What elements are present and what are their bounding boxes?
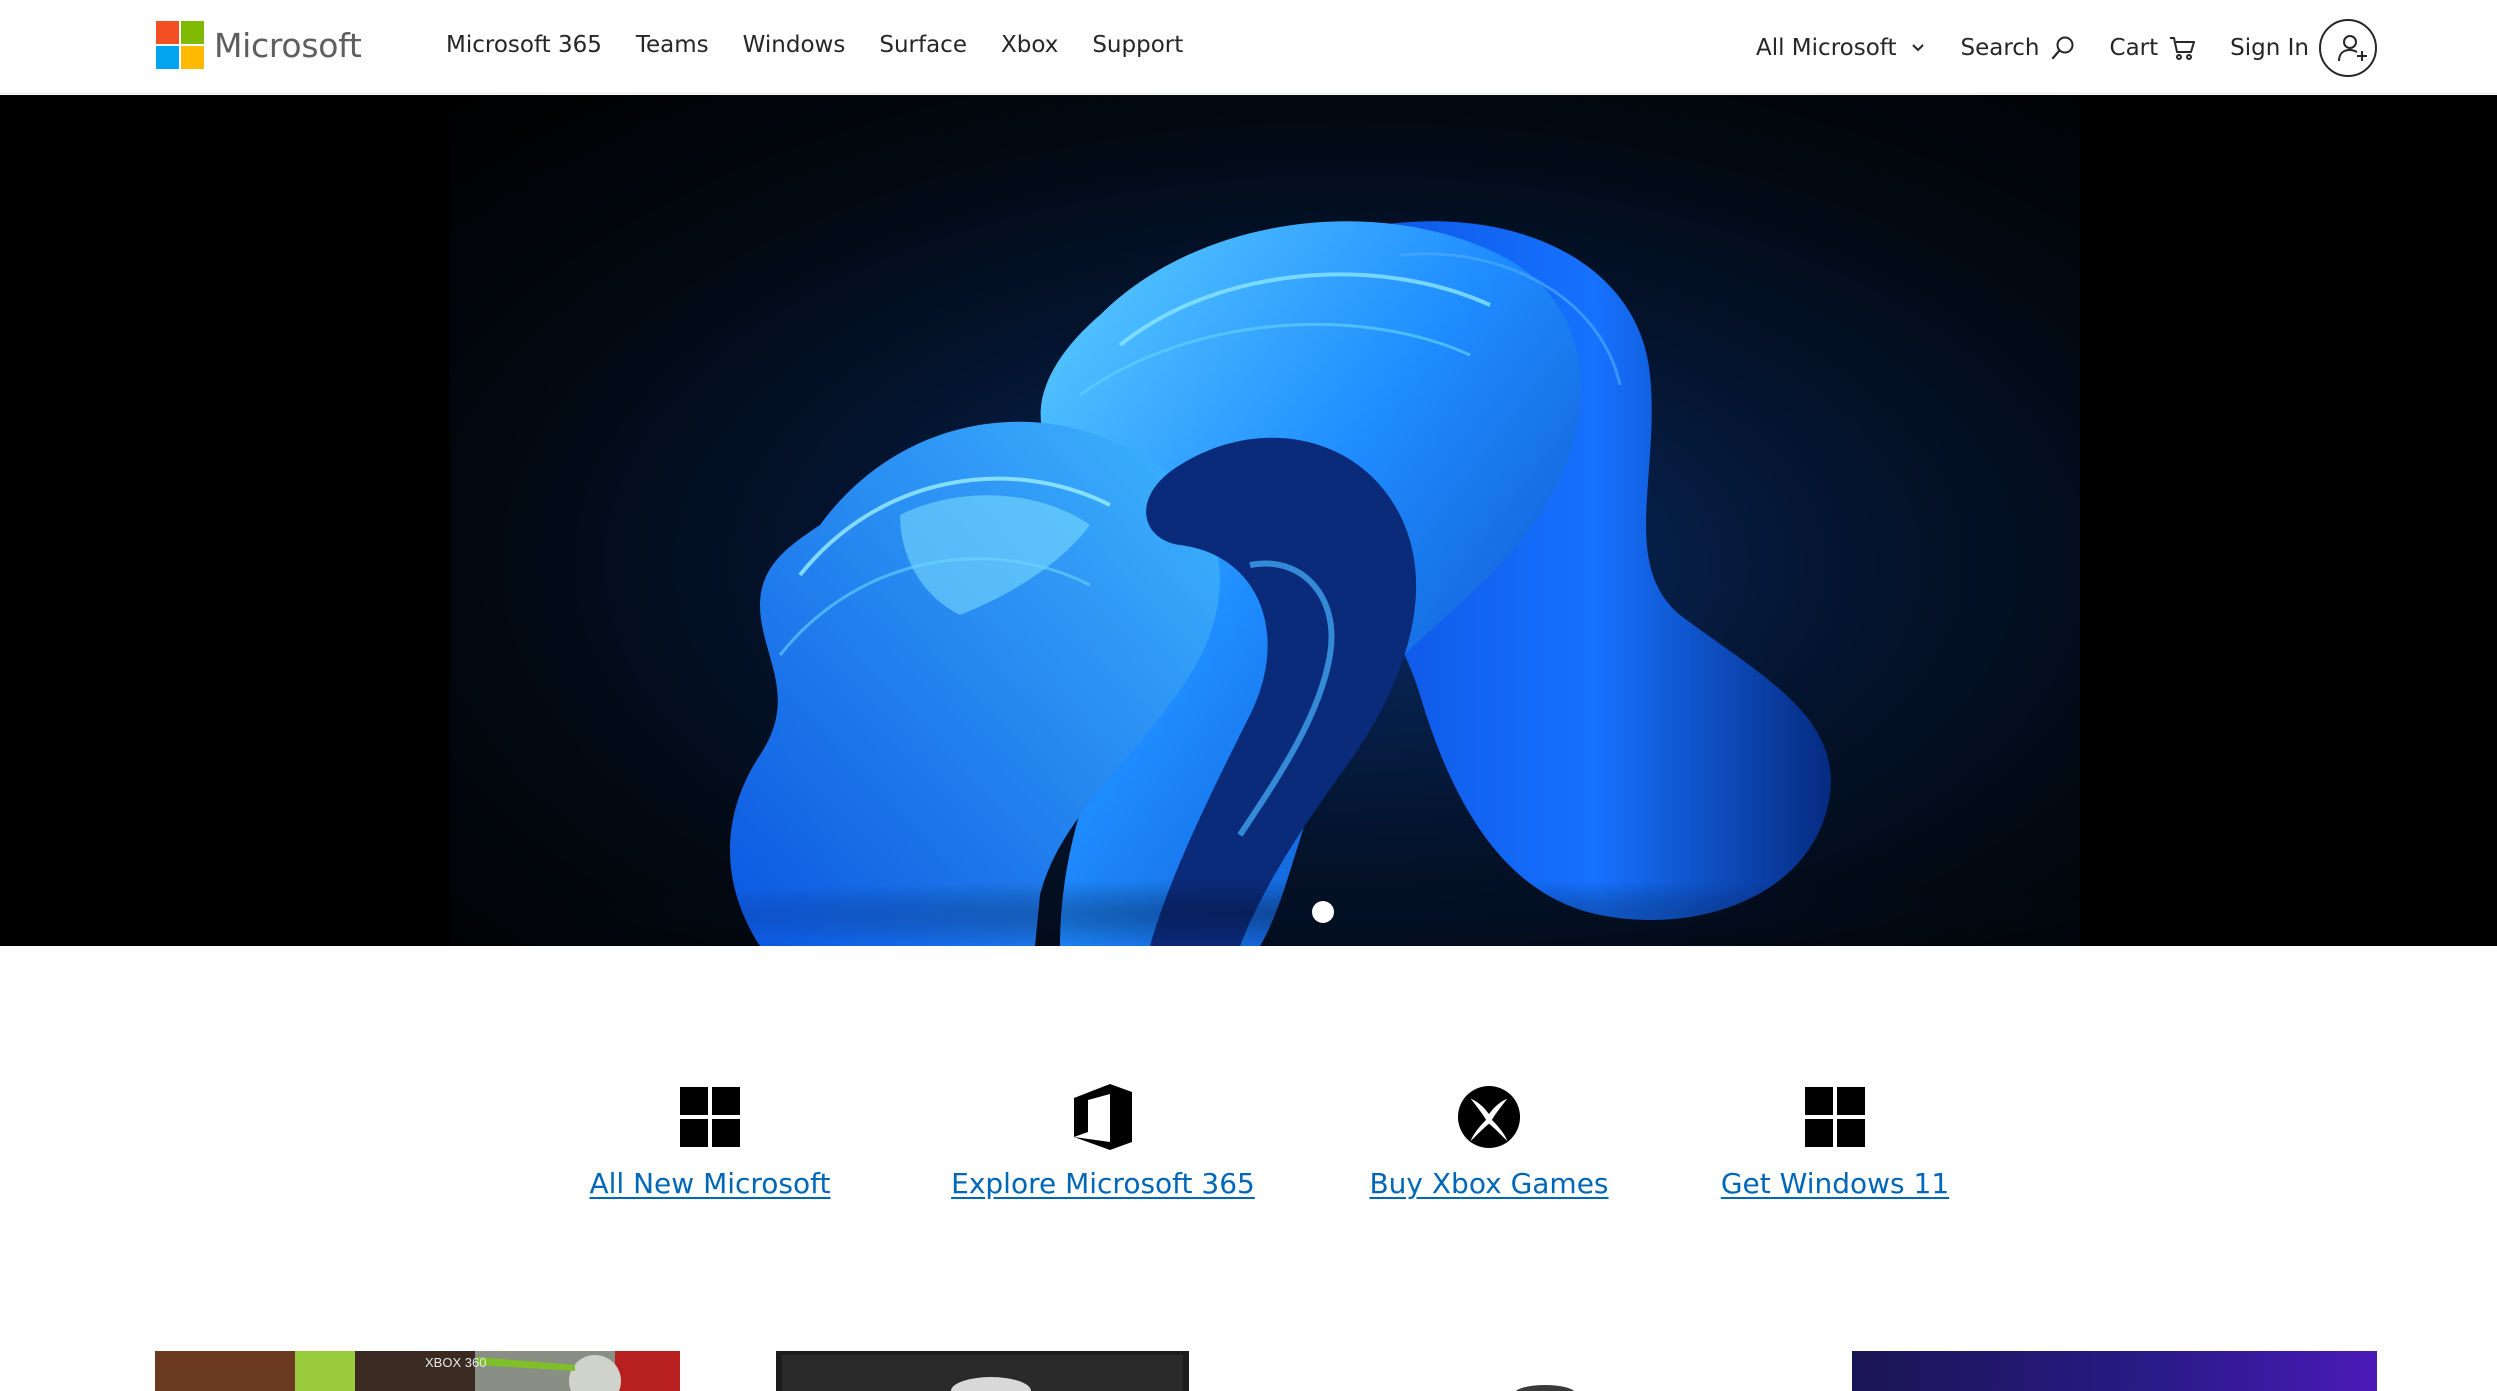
explore-microsoft-365-link[interactable]: Explore Microsoft 365	[951, 1167, 1255, 1200]
nav-microsoft-365[interactable]: Microsoft 365	[446, 26, 602, 64]
nav-xbox[interactable]: Xbox	[1001, 26, 1058, 64]
hero-carousel[interactable]	[0, 95, 2497, 946]
cart-icon	[2170, 37, 2196, 60]
windows-logo-icon	[1803, 1085, 1867, 1149]
microsoft-logo-link[interactable]: Microsoft	[156, 20, 362, 70]
nav-surface[interactable]: Surface	[879, 26, 967, 64]
avatar	[2319, 19, 2377, 77]
primary-nav: Microsoft 365 Teams Windows Surface Xbox…	[446, 26, 1217, 64]
quick-link-buy-xbox-games: Buy Xbox Games	[1319, 1085, 1659, 1200]
add-user-icon	[2338, 35, 2367, 62]
chevron-down-icon	[1912, 44, 1925, 52]
search-icon	[2051, 36, 2074, 60]
nav-windows[interactable]: Windows	[743, 26, 846, 64]
search-label: Search	[1960, 35, 2040, 61]
quick-link-get-windows-11: Get Windows 11	[1665, 1085, 2005, 1200]
dark-product-image	[776, 1351, 1189, 1391]
quick-link-all-new-microsoft: All New Microsoft	[540, 1085, 880, 1200]
promo-card-xbox-360-games[interactable]: XBOX 360	[155, 1351, 680, 1391]
buy-xbox-games-link[interactable]: Buy Xbox Games	[1369, 1167, 1608, 1200]
search-button[interactable]: Search	[1960, 22, 2075, 74]
promo-card-dark-product[interactable]	[776, 1351, 1189, 1391]
utility-nav: All Microsoft Search Cart Sign In	[1722, 19, 2377, 77]
all-new-microsoft-link[interactable]: All New Microsoft	[589, 1167, 830, 1200]
carousel-dot[interactable]	[1312, 901, 1334, 923]
promo-card-grey-product[interactable]	[1460, 1351, 1630, 1391]
office-logo-icon	[1071, 1084, 1135, 1150]
get-windows-11-link[interactable]: Get Windows 11	[1721, 1167, 1949, 1200]
sign-in-label: Sign In	[2230, 35, 2309, 61]
brand-name: Microsoft	[214, 25, 362, 65]
promo-card-purple-product[interactable]	[1852, 1351, 2377, 1391]
microsoft-logo-icon	[156, 21, 204, 69]
xbox-360-games-image	[155, 1351, 680, 1391]
all-microsoft-label: All Microsoft	[1755, 35, 1897, 61]
nav-support[interactable]: Support	[1092, 26, 1183, 64]
xbox-360-label: XBOX 360	[425, 1355, 487, 1370]
purple-product-image	[1852, 1351, 2377, 1391]
site-header: Microsoft Microsoft 365 Teams Windows Su…	[0, 0, 2497, 94]
sign-in-button[interactable]: Sign In	[2230, 19, 2377, 77]
cart-label: Cart	[2109, 35, 2159, 61]
xbox-logo-icon	[1457, 1085, 1521, 1149]
cart-button[interactable]: Cart	[2110, 22, 2197, 74]
windows-logo-icon	[678, 1085, 742, 1149]
nav-teams[interactable]: Teams	[636, 26, 709, 64]
all-microsoft-dropdown[interactable]: All Microsoft	[1756, 22, 1927, 74]
grey-product-image	[1515, 1385, 1575, 1391]
windows-bloom-image	[450, 221, 2080, 946]
quick-link-explore-microsoft-365: Explore Microsoft 365	[933, 1084, 1273, 1200]
